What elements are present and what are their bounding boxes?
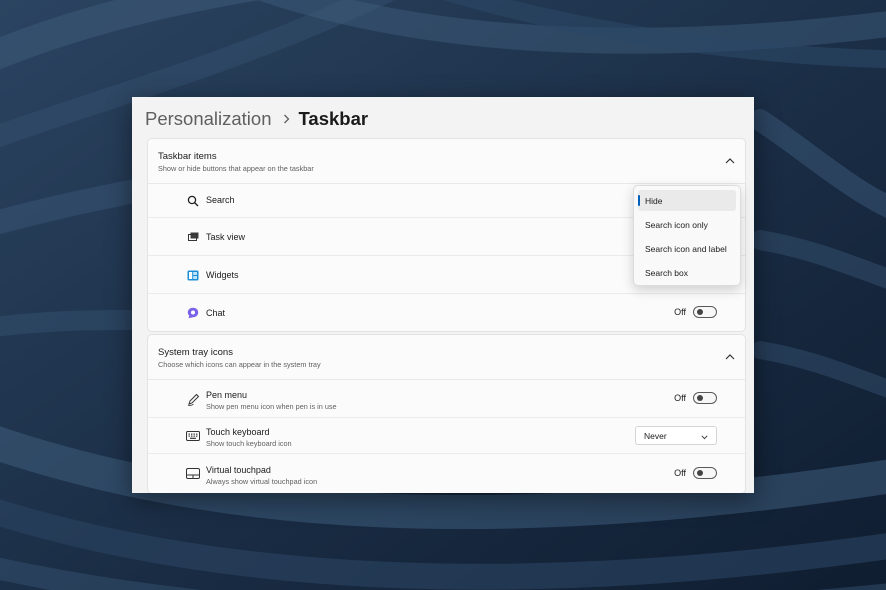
toggle-state-label: Off [674, 468, 686, 478]
chat-toggle-group: Off [674, 306, 717, 318]
toggle-state-label: Off [674, 393, 686, 403]
touchpad-icon [186, 466, 200, 480]
row-label: Widgets [206, 270, 239, 280]
toggle-state-label: Off [674, 307, 686, 317]
row-label: Pen menu [206, 390, 248, 400]
chat-icon [186, 306, 200, 320]
dropdown-option-search-icon-and-label[interactable]: Search icon and label [638, 238, 736, 259]
touch-keyboard-select[interactable]: Never [635, 426, 717, 445]
task-view-icon [186, 230, 200, 244]
search-icon [186, 194, 200, 208]
option-label: Search icon and label [645, 243, 727, 254]
pen-icon [186, 392, 200, 406]
option-label: Search box [645, 267, 688, 278]
search-dropdown-menu: Hide Search icon only Search icon and la… [633, 185, 741, 286]
chevron-down-icon [701, 427, 708, 445]
pen-menu-row: Pen menu Show pen menu icon when pen is … [148, 380, 745, 418]
virtual-touchpad-row: Virtual touchpad Always show virtual tou… [148, 454, 745, 493]
chevron-up-icon[interactable] [724, 351, 736, 363]
virtual-touchpad-toggle[interactable] [693, 467, 717, 479]
row-label: Chat [206, 308, 226, 318]
system-tray-header[interactable]: System tray icons Choose which icons can… [148, 335, 745, 380]
section-subtitle: Choose which icons can appear in the sys… [158, 360, 321, 369]
taskbar-items-header[interactable]: Taskbar items Show or hide buttons that … [148, 139, 745, 184]
chevron-up-icon[interactable] [724, 155, 736, 167]
dropdown-option-search-box[interactable]: Search box [638, 262, 736, 283]
widgets-icon [186, 268, 200, 282]
row-label: Virtual touchpad [206, 465, 271, 475]
row-label: Task view [206, 232, 246, 242]
chat-toggle[interactable] [693, 306, 717, 318]
system-tray-section: System tray icons Choose which icons can… [147, 334, 746, 493]
pen-menu-toggle-group: Off [674, 392, 717, 404]
row-description: Show touch keyboard icon [206, 439, 292, 448]
toggle-knob [697, 470, 703, 476]
settings-window: Personalization Taskbar Taskbar items Sh… [132, 97, 754, 493]
row-description: Show pen menu icon when pen is in use [206, 402, 337, 411]
breadcrumb-parent[interactable]: Personalization [145, 108, 272, 130]
option-label: Hide [645, 195, 663, 206]
select-value: Never [644, 430, 667, 441]
selection-indicator [638, 195, 640, 206]
keyboard-icon [186, 429, 200, 443]
section-title: System tray icons [158, 347, 233, 358]
option-label: Search icon only [645, 219, 708, 230]
row-label: Search [206, 195, 235, 205]
toggle-knob [697, 395, 703, 401]
row-description: Always show virtual touchpad icon [206, 477, 318, 486]
chevron-right-icon [283, 114, 290, 124]
section-title: Taskbar items [158, 151, 217, 162]
virtual-touchpad-toggle-group: Off [674, 467, 717, 479]
dropdown-option-hide[interactable]: Hide [638, 190, 736, 211]
pen-menu-toggle[interactable] [693, 392, 717, 404]
toggle-knob [697, 309, 703, 315]
touch-keyboard-row: Touch keyboard Show touch keyboard icon … [148, 418, 745, 454]
section-subtitle: Show or hide buttons that appear on the … [158, 164, 314, 173]
dropdown-option-search-icon-only[interactable]: Search icon only [638, 214, 736, 235]
chat-row: Chat Off [148, 294, 745, 331]
breadcrumb: Personalization Taskbar [145, 105, 368, 133]
row-label: Touch keyboard [206, 427, 270, 437]
page-title: Taskbar [298, 108, 369, 129]
